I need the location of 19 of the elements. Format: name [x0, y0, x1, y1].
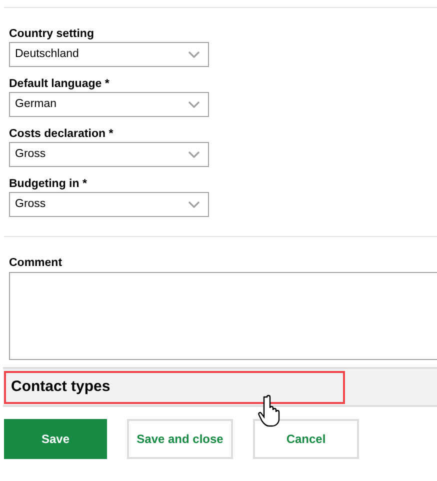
dropdown[interactable]: Deutschland — [9, 42, 209, 67]
secondary-button[interactable]: Save and close — [127, 419, 233, 459]
section-header[interactable]: Contact types — [3, 367, 437, 407]
chevron-down-icon — [188, 150, 200, 158]
comment-field[interactable] — [9, 272, 437, 360]
section-title: Contact types — [4, 370, 345, 404]
dropdown[interactable]: German — [9, 92, 209, 117]
field-label: Default language * — [9, 77, 110, 92]
chevron-down-icon — [188, 100, 200, 108]
field-label: Country setting — [9, 27, 95, 42]
field-label: Costs declaration * — [9, 127, 114, 142]
secondary-button[interactable]: Cancel — [253, 419, 359, 459]
save-button[interactable]: Save — [4, 419, 107, 459]
chevron-down-icon — [188, 50, 200, 58]
field-label: Comment — [9, 256, 64, 270]
dropdown[interactable]: Gross — [9, 142, 209, 167]
dropdown[interactable]: Gross — [9, 192, 209, 217]
chevron-down-icon — [188, 200, 200, 208]
field-label: Budgeting in * — [9, 177, 88, 192]
